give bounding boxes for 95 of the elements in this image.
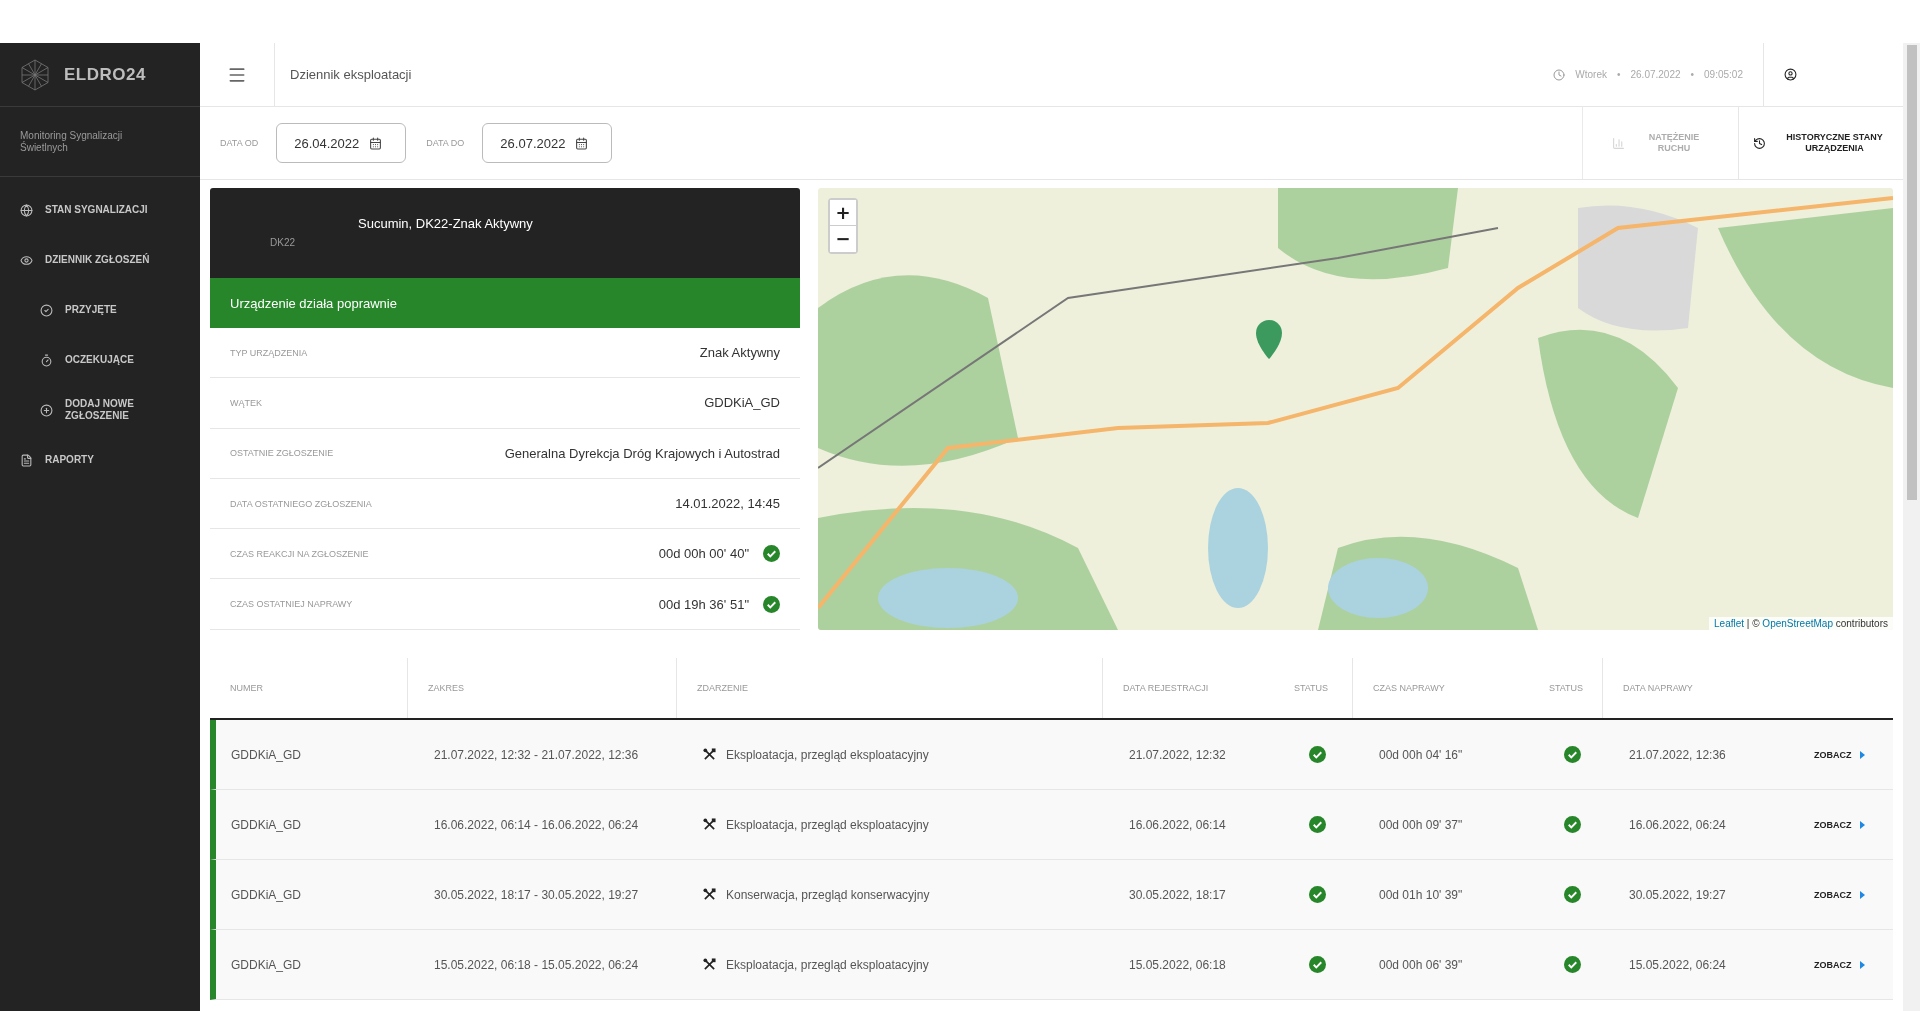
tools-icon bbox=[703, 818, 716, 831]
field-label: CZAS OSTATNIEJ NAPRAWY bbox=[230, 599, 353, 610]
field-label: DATA OSTATNIEGO ZGŁOSZENIA bbox=[230, 498, 372, 509]
field-value: 00d 19h 36' 51" bbox=[658, 596, 749, 612]
document-icon bbox=[20, 453, 33, 467]
caret-right-icon bbox=[1859, 890, 1865, 899]
date-field[interactable]: 26.04.2022 bbox=[276, 123, 407, 163]
nav-item[interactable]: STAN SYGNALIZACJI bbox=[0, 185, 200, 235]
date-field[interactable]: 26.07.2022 bbox=[482, 123, 613, 163]
plus-circle-icon bbox=[40, 403, 53, 417]
separator-dot: • bbox=[1616, 69, 1621, 80]
time-text: 09:05:02 bbox=[1704, 69, 1743, 80]
table-cell: GDDKiA_GD bbox=[231, 747, 301, 762]
user-icon[interactable] bbox=[1784, 68, 1797, 81]
tools-icon bbox=[703, 748, 716, 761]
table-cell: 21.07.2022, 12:32 bbox=[1129, 747, 1226, 762]
nav-item[interactable]: RAPORTY bbox=[0, 435, 200, 485]
column-header: CZAS NAPRAWY bbox=[1373, 683, 1445, 693]
view-link[interactable]: ZOBACZ bbox=[1814, 889, 1865, 900]
table-cell: Eksploatacja, przegląd eksploatacyjny bbox=[726, 957, 929, 972]
device-title: Sucumin, DK22-Znak Aktywny bbox=[358, 216, 534, 231]
calendar-icon bbox=[369, 136, 383, 150]
field-label: TYP URZĄDZENIA bbox=[230, 347, 308, 358]
table-cell: Eksploatacja, przegląd eksploatacyjny bbox=[726, 817, 929, 832]
filter-label: DATA DO bbox=[426, 138, 465, 148]
table-cell: 30.05.2022, 19:27 bbox=[1629, 887, 1726, 902]
weekday-text: Wtorek bbox=[1575, 69, 1607, 80]
tools-icon bbox=[703, 958, 716, 971]
table-cell: Eksploatacja, przegląd eksploatacyjny bbox=[726, 747, 929, 762]
caret-right-icon bbox=[1859, 750, 1865, 759]
table-cell: GDDKiA_GD bbox=[231, 957, 301, 972]
nav-item[interactable]: OCZEKUJĄCE bbox=[0, 335, 200, 385]
map-attribution: Leaflet | © OpenStreetMap contributors bbox=[1709, 617, 1893, 630]
column-header: ZDARZENIE bbox=[697, 683, 748, 693]
road-label: DK22 bbox=[270, 237, 296, 248]
field-label: WĄTEK bbox=[230, 397, 262, 408]
table-cell: GDDKiA_GD bbox=[231, 887, 301, 902]
date-text: 26.07.2022 bbox=[1630, 69, 1681, 80]
table-cell: Konserwacja, przegląd konserwacyjny bbox=[726, 887, 930, 902]
table-cell: 00d 00h 04' 16" bbox=[1379, 747, 1463, 762]
table-cell: 15.05.2022, 06:24 bbox=[1629, 957, 1726, 972]
view-link[interactable]: ZOBACZ bbox=[1814, 959, 1865, 970]
column-header: ZAKRES bbox=[428, 683, 464, 693]
view-link[interactable]: ZOBACZ bbox=[1814, 749, 1865, 760]
field-label: OSTATNIE ZGŁOSZENIE bbox=[230, 448, 334, 459]
table-cell: 21.07.2022, 12:32 - 21.07.2022, 12:36 bbox=[434, 747, 639, 762]
table-cell: 16.06.2022, 06:24 bbox=[1629, 817, 1726, 832]
scrollbar[interactable] bbox=[1903, 43, 1920, 1011]
bar-chart-icon bbox=[1612, 136, 1625, 150]
field-value: Znak Aktywny bbox=[699, 345, 780, 361]
nav-item[interactable]: DODAJ NOWE ZGŁOSZENIE bbox=[0, 385, 200, 435]
table-cell: 00d 00h 06' 39" bbox=[1379, 957, 1463, 972]
table-cell: 16.06.2022, 06:14 bbox=[1129, 817, 1226, 832]
filter-label: DATA OD bbox=[220, 138, 259, 148]
globe-icon bbox=[20, 203, 33, 217]
leaflet-link[interactable]: Leaflet bbox=[1714, 618, 1745, 629]
eye-icon bbox=[20, 253, 33, 267]
tools-icon bbox=[703, 888, 716, 901]
zoom-in-button[interactable]: + bbox=[830, 200, 856, 226]
view-link[interactable]: ZOBACZ bbox=[1814, 819, 1865, 830]
table-cell: 30.05.2022, 18:17 bbox=[1129, 887, 1226, 902]
stopwatch-icon bbox=[40, 353, 53, 367]
column-header: NUMER bbox=[230, 683, 263, 693]
caret-right-icon bbox=[1859, 820, 1865, 829]
table-cell: 15.05.2022, 06:18 bbox=[1129, 957, 1226, 972]
clock-icon bbox=[1553, 68, 1566, 81]
table-cell: 15.05.2022, 06:18 - 15.05.2022, 06:24 bbox=[434, 957, 639, 972]
field-value: GDDKiA_GD bbox=[704, 395, 780, 411]
caret-right-icon bbox=[1859, 960, 1865, 969]
field-label: CZAS REAKCJI NA ZGŁOSZENIE bbox=[230, 548, 369, 559]
page-title: Dziennik eksploatacji bbox=[289, 67, 413, 82]
openstreetmap-link[interactable]: OpenStreetMap bbox=[1762, 618, 1833, 629]
column-header: DATA REJESTRACJI bbox=[1123, 683, 1209, 693]
table-cell: 21.07.2022, 12:36 bbox=[1629, 747, 1726, 762]
table-cell: 30.05.2022, 18:17 - 30.05.2022, 19:27 bbox=[434, 887, 639, 902]
field-value: 00d 00h 00' 40" bbox=[658, 546, 749, 562]
separator-dot: • bbox=[1690, 69, 1695, 80]
check-circle-icon bbox=[40, 303, 53, 317]
field-value: Generalna Dyrekcja Dróg Krajowych i Autostrad bbox=[504, 445, 780, 461]
history-icon bbox=[1752, 136, 1766, 150]
table-cell: 00d 01h 10' 39" bbox=[1379, 887, 1463, 902]
app-subtitle: Monitoring Sygnalizacji Świetlnych bbox=[20, 129, 124, 154]
field-value: 14.01.2022, 14:45 bbox=[675, 496, 780, 512]
calendar-icon bbox=[575, 136, 589, 150]
nav-item[interactable]: DZIENNIK ZGŁOSZEŃ bbox=[0, 235, 200, 285]
column-header: STATUS bbox=[1293, 683, 1329, 693]
table-cell: GDDKiA_GD bbox=[231, 817, 301, 832]
column-header: DATA NAPRAWY bbox=[1623, 683, 1693, 693]
hexagon-logo-icon bbox=[20, 58, 50, 91]
table-cell: 16.06.2022, 06:14 - 16.06.2022, 06:24 bbox=[434, 817, 639, 832]
nav-item[interactable]: PRZYJĘTE bbox=[0, 285, 200, 335]
table-cell: 00d 00h 09' 37" bbox=[1379, 817, 1463, 832]
status-banner: Urządzenie działa poprawnie bbox=[210, 278, 800, 328]
brand-name: ELDRO24 bbox=[64, 64, 146, 85]
column-header: STATUS bbox=[1548, 683, 1584, 693]
